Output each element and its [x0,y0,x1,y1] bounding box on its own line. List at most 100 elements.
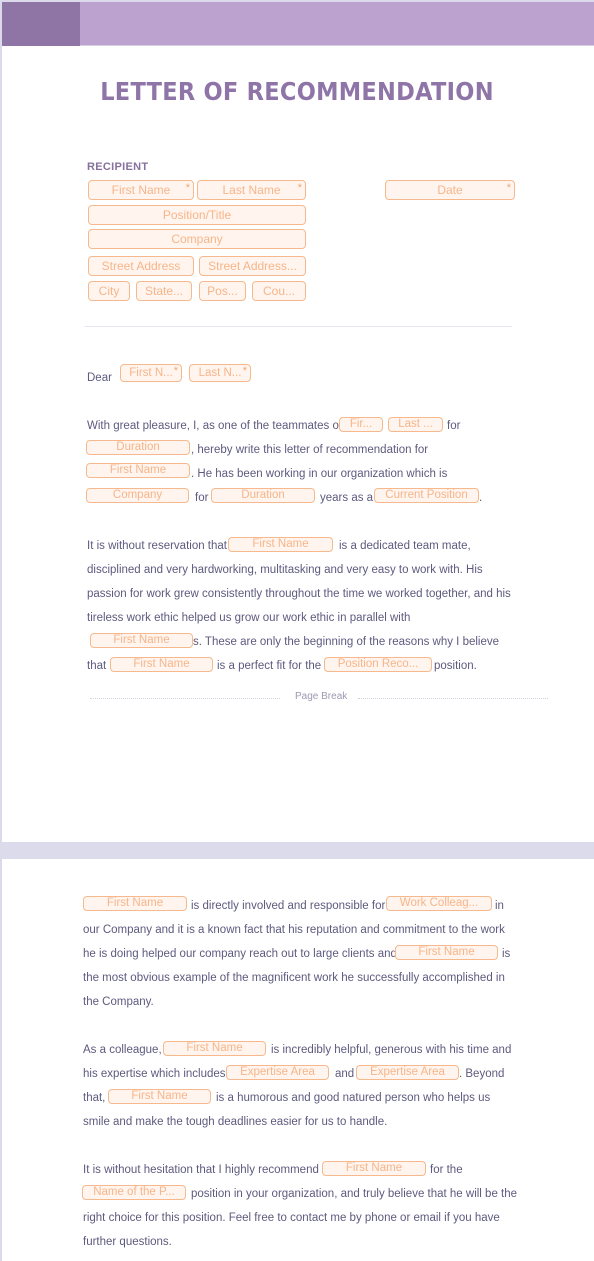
field-placeholder: First N... [129,367,173,379]
postal-code-field[interactable]: Pos... [199,281,246,301]
p2-text: is a dedicated team mate, [339,540,471,552]
company-inline-field[interactable]: Company [86,488,189,503]
field-placeholder: Company [112,489,163,501]
p1-text: for [195,492,209,504]
candidate-first-name-field[interactable]: First Name [110,657,213,672]
field-placeholder: Expertise Area [240,1066,315,1078]
field-placeholder: Cou... [262,284,295,298]
date-field[interactable]: Date * [385,180,515,200]
page-break-line [358,698,548,699]
recipient-last-name-field[interactable]: Last Name * [197,180,306,200]
p1-text: . [479,492,483,504]
p2-text: s. These are only the beginning of the r… [193,636,500,648]
field-placeholder: First Name [106,897,164,909]
field-placeholder: Last N... [198,367,242,379]
p4-text: is incredibly helpful, generous with his… [271,1044,512,1056]
p3-text: in [495,900,504,912]
current-position-field[interactable]: Current Position [374,488,479,503]
page-break-label: Page Break [295,691,348,702]
position-name-field[interactable]: Name of the P... [82,1185,186,1200]
candidate-first-name-field[interactable]: First Name [322,1161,426,1176]
p1-text: for [447,420,461,432]
p4-text: and [335,1068,355,1080]
field-placeholder: First Name [131,1090,188,1102]
street-address-2-field[interactable]: Street Address... [199,256,306,276]
candidate-first-name-field[interactable]: First Name [395,945,498,960]
p5-text: It is without hesitation that I highly r… [83,1164,319,1176]
p1-text: years as a [320,492,374,504]
p2-text: passion for work grew consistently throu… [87,588,511,600]
field-placeholder: First Name [418,946,475,958]
field-placeholder: Pos... [207,284,238,298]
p5-text: position in your organization, and truly… [191,1188,518,1200]
street-address-field[interactable]: Street Address [88,256,194,276]
salutation-first-name-field[interactable]: First N... * [120,364,182,382]
city-field[interactable]: City [88,281,130,301]
field-placeholder: First Name [252,538,309,550]
position-title-field[interactable]: Position/Title [88,205,306,225]
salutation-last-name-field[interactable]: Last N... * [189,364,251,382]
country-field[interactable]: Cou... [252,281,306,301]
required-marker: * [506,182,511,194]
p4-text: smile and make the tough deadlines easie… [83,1116,388,1128]
teammate-last-name-field[interactable]: Last ... [388,417,443,432]
field-placeholder: City [98,284,120,298]
candidate-first-name-field[interactable]: First Name [90,633,193,648]
field-placeholder: First Name [111,183,171,197]
field-placeholder: Duration [116,441,160,453]
header-accent [2,2,80,46]
field-placeholder: Work Colleag... [399,897,479,909]
p3-text: the Company. [83,996,154,1008]
candidate-first-name-field[interactable]: First Name [228,537,333,552]
page-break-line [90,698,280,699]
p2-text: disciplined and very hardworking, multit… [87,564,483,576]
expertise-area-field[interactable]: Expertise Area [356,1065,459,1080]
p3-text: is [502,948,511,960]
teammate-first-name-field[interactable]: Fir... [339,417,383,432]
field-placeholder: Position Reco... [337,658,419,670]
document-page-2 [0,859,594,1261]
section-divider [85,326,512,327]
p5-text: right choice for this position. Feel fre… [83,1212,500,1224]
field-placeholder: Name of the P... [93,1186,175,1198]
p5-text: further questions. [83,1236,172,1248]
duration-years-field[interactable]: Duration [211,488,315,503]
p2-text: position. [434,660,477,672]
candidate-first-name-field[interactable]: First Name [86,463,190,478]
recipient-label: RECIPIENT [87,161,149,173]
p1-text: , hereby write this letter of recommenda… [191,444,429,456]
field-placeholder: First Name [113,634,170,646]
position-recommended-field[interactable]: Position Reco... [324,657,432,672]
field-placeholder: Expertise Area [370,1066,445,1078]
p3-text: is directly involved and responsible for [191,900,386,912]
p2-text: that [87,660,107,672]
p2-text: is a perfect fit for the [217,660,322,672]
field-placeholder: State... [144,284,184,298]
header-band [2,2,594,46]
recipient-first-name-field[interactable]: First Name * [88,180,194,200]
expertise-area-field[interactable]: Expertise Area [226,1065,329,1080]
candidate-first-name-field[interactable]: First Name [83,896,187,911]
field-placeholder: Street Address... [208,259,297,273]
field-placeholder: Last ... [398,418,433,430]
field-placeholder: Company [171,232,223,246]
p4-text: . Beyond [459,1068,505,1080]
field-placeholder: First Name [345,1162,403,1174]
required-marker: * [173,365,178,377]
duration-field[interactable]: Duration [86,440,190,455]
p2-text: tireless work ethic helped us grow our w… [87,612,411,624]
p4-text: his expertise which includes [83,1068,226,1080]
page-break: Page Break [90,691,548,702]
candidate-first-name-field[interactable]: First Name [108,1089,211,1104]
company-field[interactable]: Company [88,229,306,249]
required-marker: * [297,182,302,194]
candidate-first-name-field[interactable]: First Name [163,1041,266,1056]
p3-text: the most obvious example of the magnific… [83,972,505,984]
document-title: LETTER OF RECOMMENDATION [100,77,494,106]
state-field[interactable]: State... [136,281,192,301]
required-marker: * [242,365,247,377]
p4-text: that, [83,1092,106,1104]
work-colleague-field[interactable]: Work Colleag... [386,896,492,911]
page-separator [0,842,594,859]
field-placeholder: Duration [241,489,285,501]
